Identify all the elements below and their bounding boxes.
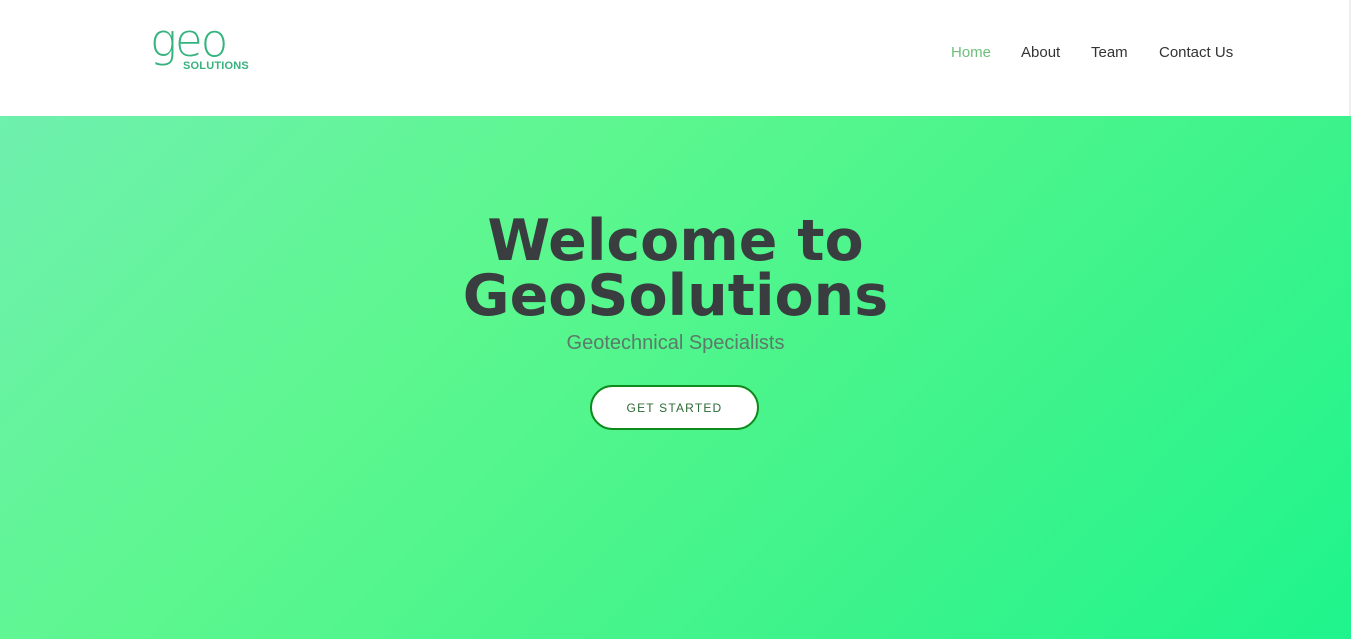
get-started-label: GET STARTED [626, 400, 723, 415]
get-started-button[interactable]: GET STARTED [590, 385, 759, 430]
hero-title: Welcome to GeoSolutions [0, 213, 1351, 325]
nav-home[interactable]: Home [951, 44, 991, 62]
nav-contact-us[interactable]: Contact Us [1159, 44, 1233, 62]
hero-section: Welcome to GeoSolutions Geotechnical Spe… [0, 116, 1351, 639]
site-header: geo SOLUTIONS Home About Team Contact Us [0, 0, 1351, 116]
logo-subtitle: SOLUTIONS [183, 60, 249, 72]
geo-solutions-logo[interactable]: geo SOLUTIONS [150, 18, 250, 76]
logo-mark: geo [150, 14, 228, 67]
nav-about[interactable]: About [1021, 44, 1060, 62]
nav-team[interactable]: Team [1091, 44, 1128, 62]
hero-subtitle: Geotechnical Specialists [566, 332, 785, 354]
landing-page: geo SOLUTIONS Home About Team Contact Us… [0, 0, 1351, 639]
hero-title-line-2: GeoSolutions [462, 263, 889, 329]
